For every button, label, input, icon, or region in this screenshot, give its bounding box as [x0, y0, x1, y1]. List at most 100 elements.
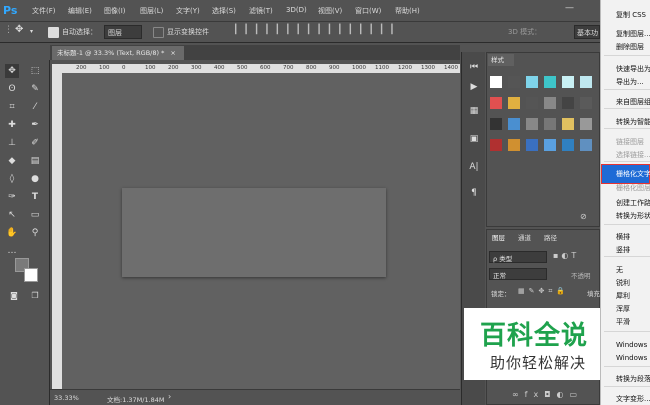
rectangle-tool-icon[interactable]: ▭ — [28, 208, 42, 222]
character-icon[interactable]: A| — [467, 160, 481, 174]
context-menu-item[interactable]: 删除图层 — [616, 42, 644, 52]
clear-style-icon[interactable]: ⊘ — [580, 212, 587, 221]
style-swatch[interactable] — [526, 97, 538, 109]
style-swatch[interactable] — [490, 97, 502, 109]
tab-layers[interactable]: 图层 — [492, 232, 505, 242]
move-tool-icon[interactable]: ✥ — [15, 24, 23, 35]
style-swatch[interactable] — [508, 97, 520, 109]
minimize-icon[interactable]: — — [565, 3, 574, 13]
show-transform-checkbox[interactable] — [153, 27, 164, 38]
menu-view[interactable]: 视图(V) — [318, 6, 342, 16]
style-swatch[interactable] — [562, 76, 574, 88]
layer-footer-icons[interactable]: ∞fx◘◐▭ — [512, 390, 583, 399]
pen-tool-icon[interactable]: ✑ — [5, 190, 19, 204]
chevron-down-icon[interactable]: ▾ — [30, 28, 33, 35]
style-swatch[interactable] — [544, 97, 556, 109]
style-swatch[interactable] — [580, 76, 592, 88]
menu-window[interactable]: 窗口(W) — [355, 6, 381, 16]
zoom-tool-icon[interactable]: ⚲ — [28, 226, 42, 240]
context-menu-item[interactable]: 复制 CSS — [616, 10, 646, 20]
type-tool-icon[interactable]: T — [28, 190, 42, 204]
info-icon[interactable]: ▣ — [467, 132, 481, 146]
context-menu-item[interactable]: 无 — [616, 265, 623, 275]
style-swatch[interactable] — [580, 97, 592, 109]
healing-tool-icon[interactable]: ✚ — [5, 118, 19, 132]
style-swatch[interactable] — [508, 118, 520, 130]
quick-select-tool-icon[interactable]: ✎ — [28, 82, 42, 96]
style-swatch[interactable] — [580, 118, 592, 130]
context-menu-item[interactable]: 横排 — [616, 232, 630, 242]
menu-edit[interactable]: 编辑(E) — [68, 6, 92, 16]
filter-icons[interactable]: ▪◐T — [553, 251, 579, 260]
style-swatch[interactable] — [508, 76, 520, 88]
context-menu-item[interactable]: Windows — [616, 341, 647, 349]
style-swatch[interactable] — [544, 76, 556, 88]
move-tool-icon[interactable]: ✥ — [5, 64, 19, 78]
text-layer-rectangle[interactable] — [122, 188, 386, 277]
context-menu-item[interactable]: 快速导出为... — [616, 64, 650, 74]
context-menu-item[interactable]: 复制图层... — [616, 29, 650, 39]
workspace-dropdown[interactable]: 基本功 — [574, 25, 600, 39]
status-arrow-icon[interactable]: › — [168, 392, 171, 401]
auto-select-checkbox[interactable] — [48, 27, 59, 38]
tab-styles[interactable]: 样式 — [488, 54, 514, 66]
stamp-tool-icon[interactable]: ⊥ — [5, 136, 19, 150]
menu-file[interactable]: 文件(F) — [32, 6, 56, 16]
lasso-tool-icon[interactable]: ʘ — [5, 82, 19, 96]
style-swatch[interactable] — [490, 118, 502, 130]
brush-tool-icon[interactable]: ✒ — [28, 118, 42, 132]
context-menu-item[interactable]: 竖排 — [616, 245, 630, 255]
document-tab[interactable]: 未标题-1 @ 33.3% (Text, RGB/8) * × — [52, 46, 184, 60]
tab-channels[interactable]: 通道 — [518, 232, 531, 242]
style-swatch[interactable] — [490, 76, 502, 88]
tab-paths[interactable]: 路径 — [544, 232, 557, 242]
close-icon[interactable]: × — [170, 49, 175, 57]
path-select-tool-icon[interactable]: ↖ — [5, 208, 19, 222]
dodge-tool-icon[interactable]: ● — [28, 172, 42, 186]
blur-tool-icon[interactable]: ◊ — [5, 172, 19, 186]
hand-tool-icon[interactable]: ✋ — [5, 226, 19, 240]
style-swatch[interactable] — [544, 139, 556, 151]
zoom-level[interactable]: 33.33% — [54, 394, 79, 402]
history-icon[interactable]: ⏮ — [467, 60, 481, 74]
style-swatch[interactable] — [490, 139, 502, 151]
context-menu-item[interactable]: 锐利 — [616, 278, 630, 288]
lock-icons[interactable]: ▦✎✥⌗🔒 — [518, 287, 569, 296]
eraser-tool-icon[interactable]: ◆ — [5, 154, 19, 168]
crop-tool-icon[interactable]: ⌗ — [5, 100, 19, 114]
history-brush-icon[interactable]: ✐ — [28, 136, 42, 150]
layer-filter-dropdown[interactable]: ρ 类型 — [489, 251, 547, 263]
context-menu-item[interactable]: 栅格化文字 — [616, 169, 650, 179]
context-menu-item[interactable]: 来自图层组... — [616, 97, 650, 107]
more-tools-icon[interactable]: … — [5, 244, 19, 258]
menu-image[interactable]: 图像(I) — [104, 6, 126, 16]
style-swatch[interactable] — [526, 76, 538, 88]
context-menu-item[interactable]: 转换为形状 — [616, 211, 650, 221]
menu-select[interactable]: 选择(S) — [212, 6, 236, 16]
context-menu-item[interactable]: Windows — [616, 354, 647, 362]
style-swatch[interactable] — [580, 139, 592, 151]
style-swatch[interactable] — [508, 139, 520, 151]
context-menu-item[interactable]: 导出为... — [616, 77, 644, 87]
context-menu-item[interactable]: 转换为智能... — [616, 117, 650, 127]
eyedropper-tool-icon[interactable]: ⁄ — [28, 100, 42, 114]
menu-filter[interactable]: 滤镜(T) — [249, 6, 273, 16]
align-icons[interactable]: ┃┃┃┃┃┃┃┃┃┃┃┃┃┃┃┃ — [233, 25, 400, 35]
style-swatch[interactable] — [526, 118, 538, 130]
style-swatch[interactable] — [526, 139, 538, 151]
properties-icon[interactable]: ▦ — [467, 104, 481, 118]
context-menu-item[interactable]: 犀利 — [616, 291, 630, 301]
marquee-tool-icon[interactable]: ⬚ — [28, 64, 42, 78]
actions-play-icon[interactable]: ▶ — [467, 80, 481, 94]
context-menu-item[interactable]: 浑厚 — [616, 304, 630, 314]
style-swatch[interactable] — [562, 118, 574, 130]
menu-help[interactable]: 帮助(H) — [395, 6, 420, 16]
menu-type[interactable]: 文字(Y) — [176, 6, 200, 16]
screen-mode-icon[interactable]: ❐ — [28, 289, 42, 303]
paragraph-icon[interactable]: ¶ — [467, 186, 481, 200]
menu-3d[interactable]: 3D(D) — [286, 6, 307, 14]
gradient-tool-icon[interactable]: ▤ — [28, 154, 42, 168]
context-menu-item[interactable]: 平滑 — [616, 317, 630, 327]
style-swatch[interactable] — [544, 118, 556, 130]
menu-layer[interactable]: 图层(L) — [140, 6, 163, 16]
